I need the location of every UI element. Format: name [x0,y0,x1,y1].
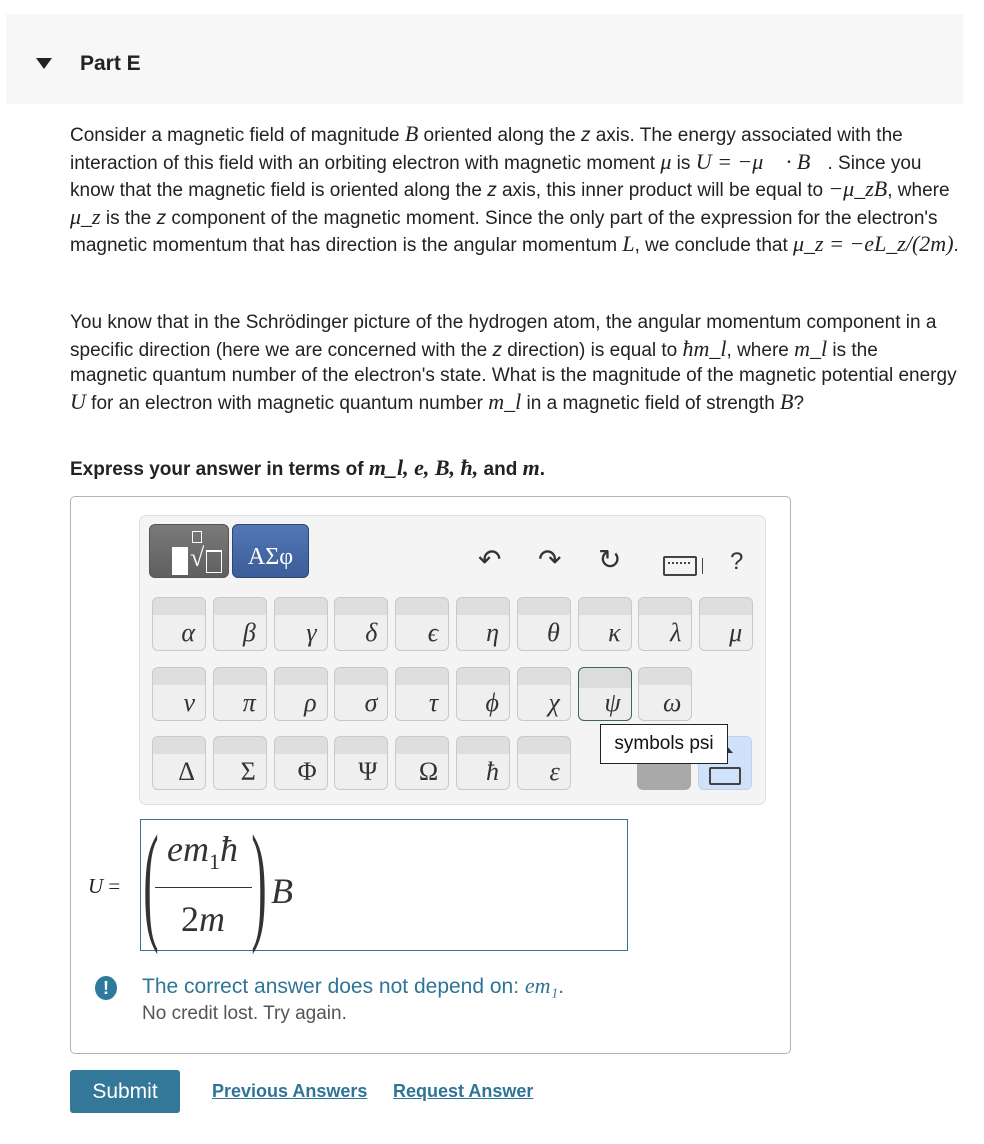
undo-icon[interactable]: ↶ [478,546,501,574]
problem-paragraph-1: Consider a magnetic field of magnitude B… [70,121,959,256]
problem-paragraph-2: You know that in the Schrödinger picture… [70,312,957,414]
tooltip: symbols psi [600,724,728,764]
symbol-key-label: σ [364,688,378,717]
symbol-key[interactable]: ν [152,667,206,721]
symbol-key[interactable]: η [456,597,510,651]
reset-icon[interactable]: ↻ [598,546,621,574]
alert-icon: ! [95,976,117,1000]
symbol-key-label: μ [729,618,743,647]
collapse-triangle-icon[interactable] [36,58,52,69]
symbol-key-label: ħ [486,757,499,786]
symbol-key-label: ψ [604,688,621,717]
symbol-key-label: ϕ [485,688,499,717]
symbol-key-label: Δ [178,757,195,786]
symbol-key[interactable]: θ [516,597,571,651]
answer-trailing-var: B [271,871,293,911]
symbol-key[interactable]: τ [395,667,450,721]
symbol-key[interactable]: β [212,597,267,651]
symbol-key[interactable]: λ [638,597,693,651]
symbol-key[interactable]: Ω [395,736,450,790]
request-answer-link[interactable]: Request Answer [393,1081,533,1102]
symbol-key[interactable]: σ [334,667,389,721]
symbol-key-label: θ [547,618,560,647]
fraction-denominator: 2m [181,899,225,939]
keyboard-icon [709,767,741,785]
answer-input[interactable]: ( em1ħ 2m ) B [140,808,628,955]
symbol-key[interactable]: Δ [152,736,206,790]
symbol-key-label: λ [670,618,682,647]
symbol-key-label: χ [548,688,560,717]
templates-button[interactable]: √ [149,524,229,578]
fraction-numerator: em1ħ [167,829,238,875]
symbol-key-label: Ω [418,757,439,786]
submit-button[interactable]: Submit [70,1070,180,1113]
part-title: Part E [80,52,141,75]
symbol-key-label: δ [365,618,378,647]
symbol-key-label: π [242,688,256,717]
help-icon[interactable]: ? [730,548,743,576]
symbol-key[interactable]: π [212,667,267,721]
template-square-icon [172,547,188,575]
symbol-key[interactable]: ω [638,667,693,721]
symbol-key-label: κ [608,618,621,647]
symbols-button-label: ΑΣφ [247,544,294,570]
symbol-key[interactable]: ψ [577,667,632,721]
keyboard-icon[interactable] [663,556,697,576]
template-radicand-icon [206,550,222,573]
symbol-key-label: Φ [297,757,317,786]
symbol-key[interactable]: Φ [273,736,328,790]
symbol-key-label: ε [549,757,560,786]
symbol-key-label: τ [428,688,439,717]
symbol-key-label: γ [306,618,317,647]
symbol-key[interactable]: ħ [456,736,510,790]
symbol-key-label: η [486,618,499,647]
symbol-key[interactable]: κ [577,597,632,651]
symbol-key[interactable]: ε [516,736,571,790]
symbol-key-label: Σ [240,757,256,786]
toolbar-divider [702,558,703,574]
symbol-key-label: Ψ [358,757,378,786]
feedback-message: The correct answer does not depend on: e… [142,973,565,998]
symbol-key[interactable]: Σ [212,736,267,790]
symbol-key[interactable]: ϕ [456,667,510,721]
redo-icon[interactable]: ↷ [538,546,561,574]
answer-label: U = [88,874,121,898]
symbol-key[interactable]: δ [334,597,389,651]
symbol-key-label: β [242,618,256,647]
express-instruction: Express your answer in terms of m_l, e, … [70,455,545,480]
symbol-key-label: ω [663,688,682,717]
left-paren: ( [143,808,159,955]
template-index-icon [192,531,202,543]
symbol-key[interactable]: ρ [273,667,328,721]
symbol-key[interactable]: χ [516,667,571,721]
symbol-key-label: ν [183,688,195,717]
symbol-key[interactable]: Ψ [334,736,389,790]
sqrt-icon: √ [190,543,205,572]
symbol-key-label: ϵ [427,618,439,647]
symbol-key[interactable]: α [152,597,206,651]
symbol-key-label: α [181,618,195,647]
feedback-subtext: No credit lost. Try again. [142,1003,347,1024]
symbol-key-label: ρ [304,688,317,717]
symbol-key[interactable]: ϵ [395,597,450,651]
previous-answers-link[interactable]: Previous Answers [212,1081,367,1102]
fraction-bar [155,887,252,888]
symbols-button[interactable]: ΑΣφ [232,524,309,578]
symbol-key[interactable]: γ [273,597,328,651]
right-paren: ) [251,808,267,955]
part-header[interactable]: Part E [6,14,963,104]
symbol-key[interactable]: μ [699,597,754,651]
